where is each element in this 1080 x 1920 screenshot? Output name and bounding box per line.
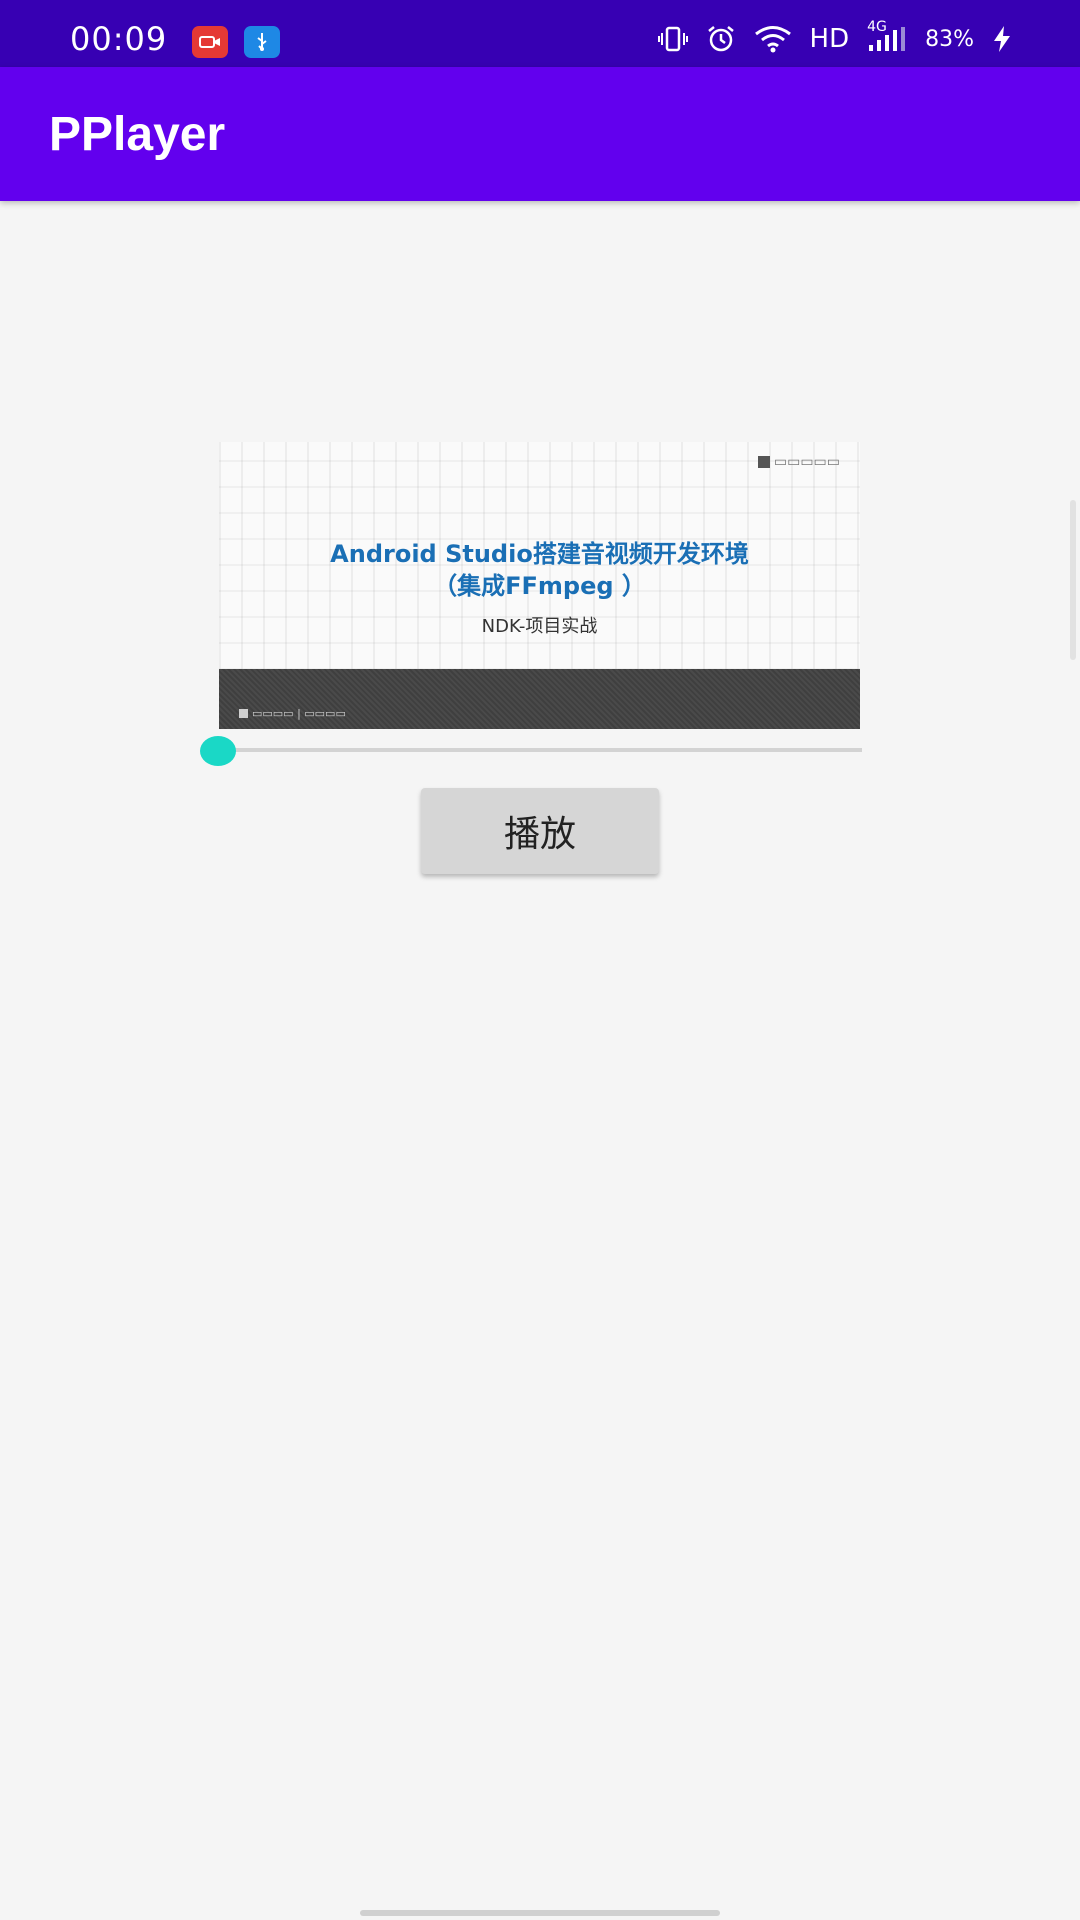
status-icons: HD 4G 83%	[657, 19, 1012, 54]
battery-charging-icon	[992, 25, 1012, 53]
network-type-label: HD	[809, 24, 850, 54]
app-bar: PPlayer	[0, 67, 1080, 201]
video-title: Android Studio搭建音视频开发环境 （集成FFmpeg ）	[219, 538, 860, 602]
signal-label: 4G	[867, 19, 887, 35]
video-surface[interactable]: ▭▭▭▭▭ Android Studio搭建音视频开发环境 （集成FFmpeg …	[219, 442, 860, 729]
video-title-line2: （集成FFmpeg ）	[433, 572, 646, 600]
vibrate-icon	[657, 25, 688, 53]
gesture-navigation-bar[interactable]	[360, 1910, 720, 1916]
video-title-line1: Android Studio搭建音视频开发环境	[330, 540, 749, 568]
video-subtitle: NDK-项目实战	[481, 616, 598, 637]
screen-record-icon	[192, 26, 228, 58]
app-title: PPlayer	[49, 108, 226, 161]
status-bar: 00:09 HD 4G 83%	[0, 0, 1080, 67]
video-footer-band: ▭▭▭▭ | ▭▭▭▭	[219, 669, 860, 729]
play-button[interactable]: 播放	[421, 788, 659, 874]
wifi-icon	[754, 25, 792, 53]
usb-icon	[244, 26, 280, 58]
seek-bar-thumb[interactable]	[200, 736, 236, 766]
video-watermark-logo: ▭▭▭▭▭	[757, 454, 840, 470]
scrollbar[interactable]	[1070, 500, 1076, 660]
status-time: 00:09	[70, 20, 168, 58]
battery-percent: 83%	[925, 26, 974, 52]
alarm-icon	[706, 24, 736, 54]
video-footer-logo: ▭▭▭▭ | ▭▭▭▭	[239, 707, 346, 720]
seek-bar-track[interactable]	[218, 748, 862, 752]
signal-icon: 4G	[867, 19, 907, 53]
